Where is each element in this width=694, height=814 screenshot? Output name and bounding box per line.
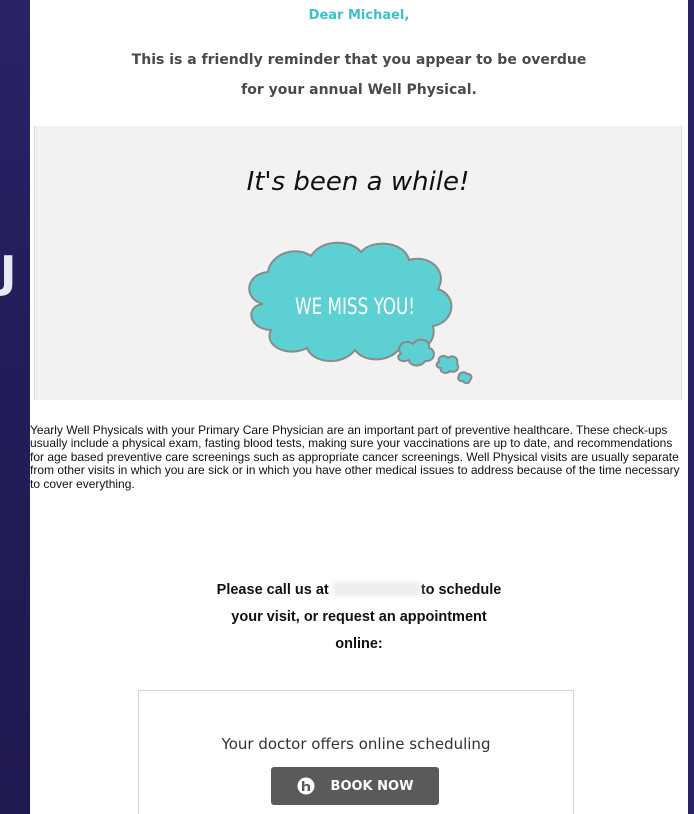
cloud-text: WE MISS YOU!: [295, 295, 415, 320]
call-to-action: Please call us at to schedule your visit…: [30, 577, 688, 658]
background-right: [688, 0, 694, 814]
cta-suffix: to schedule: [420, 582, 502, 598]
background-left: [0, 0, 30, 814]
cta-prefix: Please call us at: [216, 582, 329, 598]
partial-slide-letter: J: [0, 250, 14, 296]
book-now-label: BOOK NOW: [330, 778, 414, 794]
email-body: Dear Michael, This is a friendly reminde…: [30, 0, 688, 814]
book-now-button[interactable]: BOOK NOW: [271, 767, 439, 805]
reminder-line-2: for your annual Well Physical.: [241, 82, 477, 98]
phone-number-redacted: [332, 582, 421, 596]
scheduling-text: Your doctor offers online scheduling: [221, 735, 491, 753]
online-scheduling-widget: Your doctor offers online scheduling BOO…: [138, 690, 574, 814]
hero-banner: It's been a while! WE MISS YOU!: [34, 126, 682, 400]
hero-title: It's been a while!: [246, 167, 470, 197]
cta-line-3: online:: [335, 636, 383, 652]
we-miss-you-cloud-image: WE MISS YOU!: [248, 241, 473, 384]
booking-logo-icon: [297, 777, 315, 795]
reminder-message: This is a friendly reminder that you app…: [30, 45, 688, 105]
info-paragraph: Yearly Well Physicals with your Primary …: [30, 423, 680, 491]
reminder-line-1: This is a friendly reminder that you app…: [131, 52, 587, 68]
cta-line-1: Please call us at to schedule: [30, 577, 688, 604]
greeting: Dear Michael,: [308, 8, 410, 23]
cta-line-2: your visit, or request an appointment: [231, 609, 487, 625]
